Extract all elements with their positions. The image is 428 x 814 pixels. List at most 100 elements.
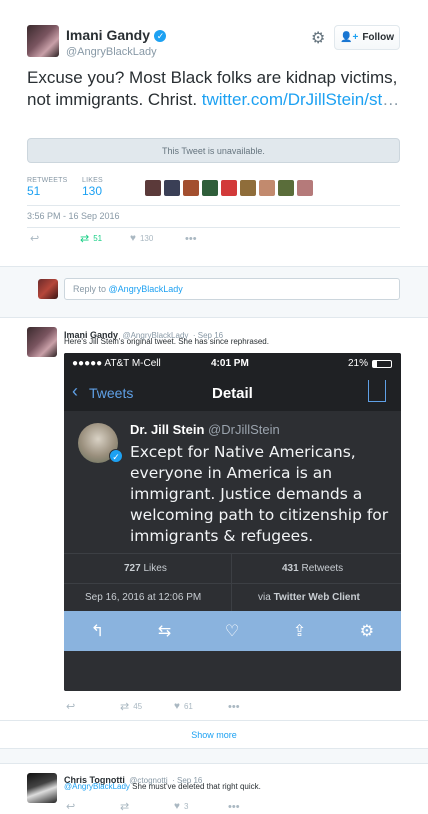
reply-tweet: Chris Tognotti @ctognotti · Sep 16 @Angr… [0, 764, 428, 814]
liker-avatar[interactable] [183, 180, 199, 196]
divider [231, 554, 232, 584]
reply-mention[interactable]: @AngryBlackLady [64, 782, 130, 791]
tweet-timestamp[interactable]: 3:56 PM - 16 Sep 2016 [27, 211, 120, 221]
attached-photo[interactable]: ●●●●● AT&T M-Cell 4:01 PM 21% ‹ Tweets D… [64, 353, 401, 691]
phone-back-label: Tweets [89, 385, 134, 401]
divider [231, 584, 232, 612]
phone-likes-num: 727 [124, 563, 141, 574]
likes-count: 130 [82, 184, 103, 198]
share-icon [368, 380, 386, 402]
like-action-count: 3 [183, 802, 189, 811]
verified-badge-icon: ✓ [109, 449, 123, 463]
avatar[interactable] [27, 25, 59, 57]
more-icon[interactable]: ••• [228, 701, 240, 713]
verified-badge-icon: ✓ [154, 30, 167, 42]
retweet-action-count: 51 [93, 234, 103, 243]
phone-retweets: 431 Retweets [282, 563, 343, 574]
phone-date-row: Sep 16, 2016 at 12:06 PM via Twitter Web… [64, 583, 401, 612]
reply-actions: ↩ ⇄ 45 ♥ 61 ••• [66, 700, 240, 714]
liker-avatar[interactable] [278, 180, 294, 196]
chevron-left-icon: ‹ [72, 381, 78, 401]
retweet-icon: ⇆ [157, 623, 172, 640]
author-block: Imani Gandy ✓ @AngryBlackLady [66, 27, 167, 58]
tweet-link-ellipsis: … [382, 90, 400, 109]
follow-button[interactable]: 👤+ Follow [334, 25, 400, 50]
retweet-icon: ⇄ [80, 233, 90, 245]
phone-client-name: Twitter Web Client [273, 592, 360, 603]
phone-likes-label: Likes [143, 563, 167, 574]
tweet-link-text: twitter.com/DrJillStein/st [201, 90, 383, 109]
quoted-tweet-unavailable: This Tweet is unavailable. [27, 138, 400, 163]
heart-icon: ♥ [174, 701, 180, 712]
more-icon[interactable]: ••• [228, 801, 240, 813]
reply-actions: ↩ ⇄ ♥ 3 ••• [66, 800, 240, 814]
separator [0, 748, 428, 764]
retweet-action[interactable]: ⇄ 51 [80, 232, 130, 245]
retweets-label: RETWEETS [27, 177, 68, 184]
phone-client: via Twitter Web Client [258, 592, 360, 603]
retweet-action-count: 45 [133, 702, 143, 711]
phone-date: Sep 16, 2016 at 12:06 PM [85, 592, 202, 603]
battery-icon [372, 360, 392, 368]
my-avatar [38, 279, 58, 299]
likes-label: LIKES [82, 177, 103, 184]
author-name[interactable]: Imani Gandy [66, 27, 150, 43]
phone-author-name: Dr. Jill Stein [130, 422, 205, 437]
author-handle[interactable]: @AngryBlackLady [66, 46, 166, 58]
heart-icon: ♡ [224, 623, 240, 640]
phone-likes: 727 Likes [124, 563, 167, 574]
show-more-link[interactable]: Show more [0, 720, 428, 748]
like-action[interactable]: ♥ 130 [130, 233, 185, 244]
unavailable-text: This Tweet is unavailable. [162, 145, 265, 156]
retweet-icon[interactable]: ⇄ [120, 800, 174, 813]
avatar[interactable] [27, 773, 57, 803]
reply-icon[interactable]: ↩ [30, 232, 80, 245]
divider [27, 205, 400, 206]
retweets-stat[interactable]: RETWEETS 51 [27, 177, 68, 198]
main-tweet: Imani Gandy ✓ @AngryBlackLady ⚙ 👤+ Follo… [0, 0, 428, 266]
heart-icon: ♥ [174, 801, 180, 812]
phone-tweet-text: Except for Native Americans, everyone in… [130, 443, 389, 545]
reply-prefix: Reply to [73, 284, 107, 294]
like-action[interactable]: ♥ 3 [174, 801, 228, 812]
like-action[interactable]: ♥ 61 [174, 701, 228, 712]
liker-avatar[interactable] [297, 180, 313, 196]
like-action-count: 130 [139, 234, 154, 243]
retweet-action[interactable]: ⇄ 45 [120, 700, 174, 713]
likers-avatars [145, 180, 313, 196]
avatar[interactable] [27, 327, 57, 357]
reply-mention: @AngryBlackLady [108, 284, 183, 294]
more-icon[interactable]: ••• [185, 233, 197, 245]
phone-author: Dr. Jill Stein @DrJillStein [130, 422, 280, 437]
phone-time: 4:01 PM [211, 358, 249, 369]
follow-label: Follow [362, 32, 394, 43]
reply-input[interactable]: Reply to @AngryBlackLady [64, 278, 400, 300]
reply-icon: ↰ [90, 623, 105, 640]
phone-tweet-card: ✓ Dr. Jill Stein @DrJillStein Except for… [64, 411, 401, 561]
liker-avatar[interactable] [221, 180, 237, 196]
like-action-count: 61 [183, 702, 193, 711]
tweet-actions: ↩ ⇄ 51 ♥ 130 ••• [30, 232, 197, 246]
reply-box: Reply to @AngryBlackLady [0, 266, 428, 318]
phone-bottom [64, 651, 401, 691]
add-user-icon: 👤+ [340, 32, 359, 43]
reply-text: @AngryBlackLady She must've deleted that… [64, 782, 261, 791]
gear-icon[interactable]: ⚙ [311, 31, 327, 47]
retweet-icon: ⇄ [120, 701, 130, 713]
reply-body: She must've deleted that right quick. [129, 782, 261, 791]
liker-avatar[interactable] [164, 180, 180, 196]
liker-avatar[interactable] [259, 180, 275, 196]
reply-icon[interactable]: ↩ [66, 700, 120, 713]
divider [27, 227, 400, 228]
liker-avatar[interactable] [240, 180, 256, 196]
retweets-count: 51 [27, 184, 41, 198]
phone-author-handle: @DrJillStein [208, 422, 280, 437]
reply-icon[interactable]: ↩ [66, 800, 120, 813]
share-icon: ⇪ [292, 623, 307, 640]
tweet-stats: RETWEETS 51 LIKES 130 [27, 175, 400, 205]
reply-text: Here's Jill Stein's original tweet. She … [64, 337, 269, 346]
liker-avatar[interactable] [145, 180, 161, 196]
tweet-link[interactable]: twitter.com/DrJillStein/st… [202, 90, 399, 109]
likes-stat[interactable]: LIKES 130 [82, 177, 103, 198]
liker-avatar[interactable] [202, 180, 218, 196]
